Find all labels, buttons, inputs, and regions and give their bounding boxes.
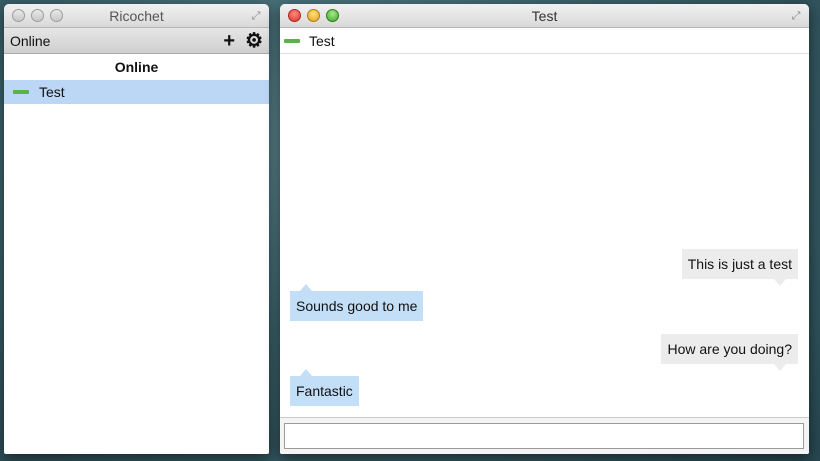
chat-contact-header: Test [280, 28, 809, 54]
fullscreen-icon[interactable]: ⤢ [249, 9, 263, 23]
contact-list-titlebar[interactable]: Ricochet ⤢ [4, 4, 269, 28]
online-status-selector[interactable]: Online [10, 33, 213, 49]
gear-icon[interactable]: ⚙ [245, 31, 263, 51]
message-list[interactable]: This is just a test Sounds good to me Ho… [280, 55, 809, 417]
message-sent: How are you doing? [661, 334, 798, 371]
online-status-indicator [284, 38, 300, 43]
message-received: Fantastic [290, 369, 359, 406]
contact-list-window: Ricochet ⤢ Online + ⚙ Online Test [4, 4, 269, 454]
contact-toolbar: Online + ⚙ [4, 28, 269, 54]
message-input[interactable] [284, 423, 804, 449]
fullscreen-icon[interactable]: ⤢ [789, 9, 803, 23]
section-header-online: Online [114, 59, 159, 75]
chat-titlebar[interactable]: Test ⤢ [280, 4, 809, 28]
message-received: Sounds good to me [290, 284, 424, 321]
contact-item-test[interactable]: Test [4, 80, 269, 104]
message-sent: This is just a test [681, 249, 798, 286]
chat-contact-name: Test [309, 32, 335, 49]
plus-icon[interactable]: + [223, 31, 235, 51]
contact-name: Test [39, 84, 65, 100]
online-status-indicator [13, 90, 29, 94]
window-title: Ricochet [109, 8, 164, 24]
chat-window: Test ⤢ Test This is just a test Sounds g… [280, 4, 809, 454]
window-title: Test [531, 8, 558, 24]
message-input-area [280, 417, 809, 454]
